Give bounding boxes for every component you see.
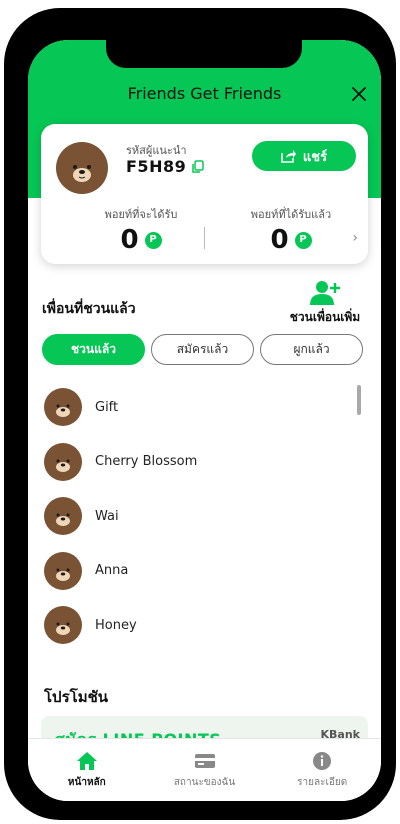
card-icon [194, 754, 215, 768]
received-points-value: 0 [270, 225, 289, 255]
pending-points-value: 0 [120, 225, 139, 255]
received-points: พอยท์ที่ได้รับแล้ว 0 P [231, 205, 351, 254]
brown-bear-icon [56, 459, 70, 472]
copy-icon[interactable] [191, 159, 205, 174]
nav-home-label: หน้าหลัก [67, 777, 106, 788]
list-scrollbar[interactable] [357, 385, 361, 415]
home-icon [76, 752, 97, 770]
phone-frame: Friends Get Friends รหัสผู้แนะนำ F5H89 แ… [4, 8, 396, 820]
nav-status[interactable]: สถานะของฉัน [146, 739, 264, 801]
tab-invited[interactable]: ชวนแล้ว [42, 334, 145, 365]
referral-code: F5H89 [126, 157, 187, 176]
friend-name: Cherry Blossom [95, 454, 198, 470]
point-icon: P [294, 231, 312, 249]
device-notch [106, 38, 302, 68]
nav-status-label: สถานะของฉัน [173, 777, 236, 788]
list-item[interactable]: Cherry Blossom [28, 435, 381, 490]
chevron-right-icon[interactable]: › [352, 230, 358, 246]
avatar [44, 606, 82, 645]
nav-home[interactable]: หน้าหลัก [28, 739, 146, 801]
nav-details-label: รายละเอียด [297, 777, 348, 788]
friends-list[interactable]: Gift Cherry Blossom Wai Anna Honey [28, 380, 381, 645]
app-screen: Friends Get Friends รหัสผู้แนะนำ F5H89 แ… [28, 40, 381, 801]
list-item[interactable]: Honey [28, 598, 381, 645]
avatar [44, 497, 82, 536]
list-item[interactable]: Gift [28, 380, 381, 435]
close-icon[interactable] [349, 84, 369, 104]
brown-bear-icon [56, 404, 70, 418]
share-button[interactable]: แชร์ [252, 141, 356, 171]
friend-name: Anna [95, 563, 129, 579]
received-points-label: พอยท์ที่ได้รับแล้ว [250, 208, 332, 221]
tab-registered[interactable]: สมัครแล้ว [151, 334, 254, 365]
page-title: Friends Get Friends [127, 84, 282, 103]
avatar [44, 388, 82, 427]
brown-bear-icon [56, 622, 70, 636]
friend-name: Wai [95, 508, 119, 524]
avatar [44, 442, 82, 481]
friends-section-title: เพื่อนที่ชวนแล้ว [42, 301, 136, 317]
info-icon [313, 752, 332, 770]
avatar [44, 551, 82, 590]
invite-more-label: ชวนเพื่อนเพิ่ม [289, 310, 361, 324]
pending-points: พอยท์ที่จะได้รับ 0 P [81, 205, 201, 254]
brown-bear-icon [73, 165, 91, 182]
list-item[interactable]: Wai [28, 489, 381, 544]
friend-name: Honey [95, 617, 137, 633]
promotions-title: โปรโมชัน [44, 688, 109, 706]
brown-bear-icon [56, 513, 70, 527]
bottom-nav: หน้าหลัก สถานะของฉัน รายละเอียด [28, 738, 381, 801]
points-divider [204, 227, 205, 249]
friends-tabs: ชวนแล้ว สมัครแล้ว ผูกแล้ว [42, 334, 363, 365]
referral-card: รหัสผู้แนะนำ F5H89 แชร์ พอยท์ที่จะได้รับ [41, 124, 368, 264]
brown-bear-icon [56, 568, 70, 581]
share-icon [281, 150, 296, 163]
friend-name: Gift [95, 399, 119, 415]
tab-linked[interactable]: ผูกแล้ว [260, 334, 363, 365]
invite-more-button[interactable]: ชวนเพื่อนเพิ่ม [286, 280, 364, 327]
pending-points-label: พอยท์ที่จะได้รับ [104, 208, 178, 221]
add-friend-icon [310, 281, 340, 305]
referral-code-row: F5H89 [126, 157, 205, 176]
avatar [56, 142, 108, 194]
point-icon: P [144, 231, 162, 249]
share-label: แชร์ [302, 149, 328, 165]
list-item[interactable]: Anna [28, 544, 381, 599]
nav-details[interactable]: รายละเอียด [263, 739, 381, 801]
